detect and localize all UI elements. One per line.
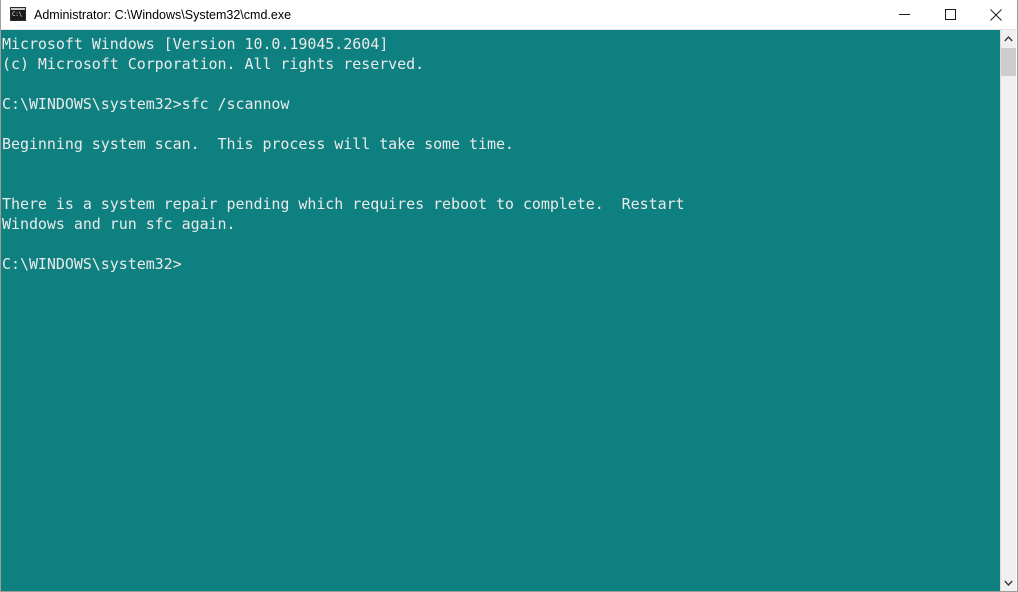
chevron-down-icon: [1004, 580, 1013, 586]
close-icon: [990, 8, 1002, 21]
vertical-scrollbar[interactable]: [1000, 30, 1016, 591]
cmd-icon-prompt-glyph: C:\: [12, 10, 22, 18]
console-text: Microsoft Windows [Version 10.0.19045.26…: [2, 35, 685, 273]
scrollbar-track[interactable]: [1001, 76, 1016, 574]
minimize-icon: [898, 14, 910, 15]
chevron-up-icon: [1004, 35, 1013, 41]
scrollbar-up-button[interactable]: [1001, 30, 1016, 47]
maximize-button[interactable]: [927, 0, 973, 29]
window-title: Administrator: C:\Windows\System32\cmd.e…: [34, 7, 292, 22]
maximize-icon: [944, 9, 956, 20]
cmd-icon-titlestrip: [11, 7, 25, 10]
cmd-console-icon: C:\: [10, 6, 26, 23]
title-bar[interactable]: C:\ Administrator: C:\Windows\System32\c…: [1, 0, 1017, 30]
scrollbar-down-button[interactable]: [1001, 574, 1016, 591]
console-output-area[interactable]: Microsoft Windows [Version 10.0.19045.26…: [1, 30, 1002, 591]
minimize-button[interactable]: [881, 0, 927, 29]
close-button[interactable]: [973, 0, 1017, 29]
scrollbar-thumb[interactable]: [1001, 48, 1016, 76]
cmd-window: C:\ Administrator: C:\Windows\System32\c…: [0, 0, 1018, 592]
